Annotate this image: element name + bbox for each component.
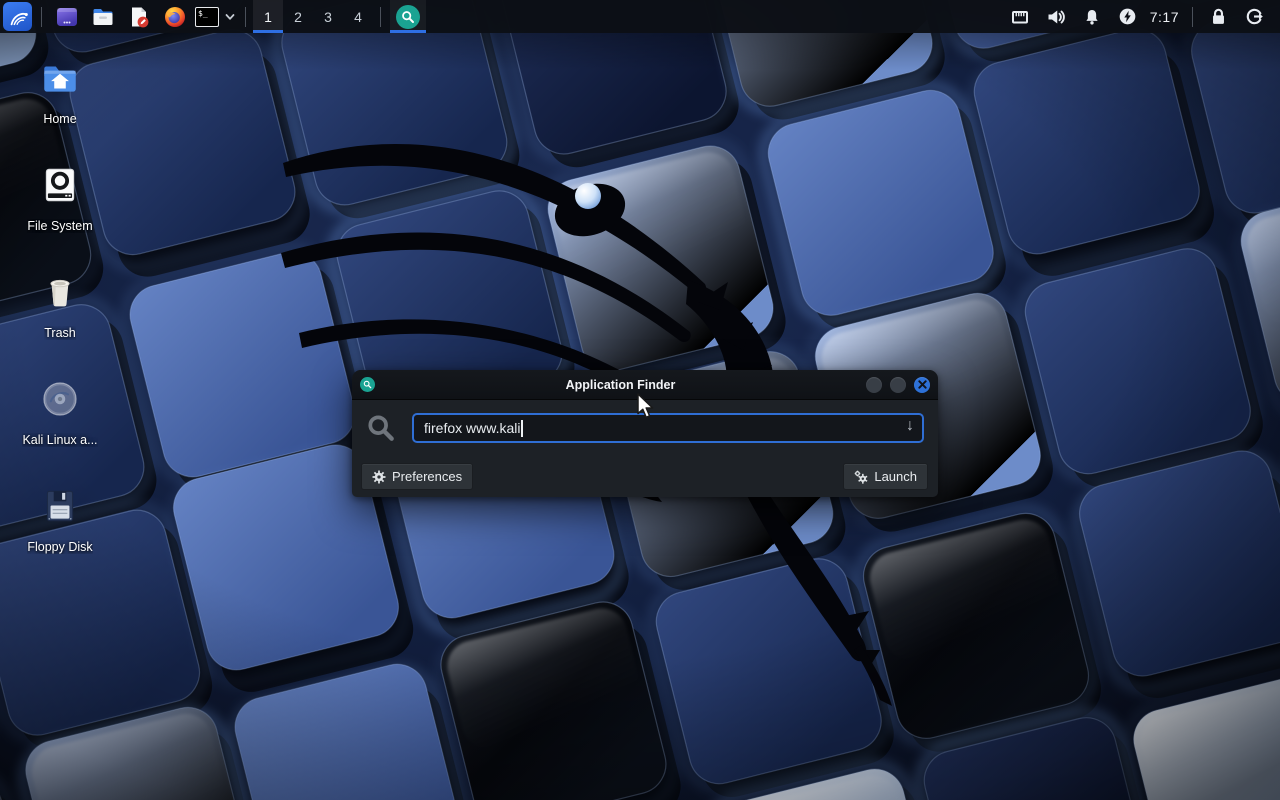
clock[interactable]: 7:17 xyxy=(1150,9,1179,25)
launcher-apps-purple[interactable] xyxy=(54,4,80,30)
launcher-firefox[interactable] xyxy=(162,4,188,30)
workspace-4-label: 4 xyxy=(354,9,362,25)
trash-can-icon xyxy=(39,271,81,313)
maximize-button[interactable] xyxy=(890,377,906,393)
cdrom-disc-icon xyxy=(37,376,83,422)
panel-separator xyxy=(1192,7,1193,27)
desktop-icon-label: File System xyxy=(27,219,92,233)
desktop-icon-file-system[interactable]: File System xyxy=(10,153,110,260)
workspace-1-label: 1 xyxy=(264,9,272,25)
search-input-text: firefox www.kali xyxy=(424,420,520,436)
desktop-icon-floppy-disk[interactable]: Floppy Disk xyxy=(10,474,110,581)
desktop-root: $_ 1 2 3 4 xyxy=(0,0,1280,800)
workspace-3-label: 3 xyxy=(324,9,332,25)
launch-gears-icon xyxy=(854,470,868,484)
dropdown-arrow-icon[interactable]: ↓ xyxy=(906,417,914,435)
desktop-icon-home[interactable]: Home xyxy=(10,46,110,153)
lock-screen-icon[interactable] xyxy=(1208,7,1228,27)
floppy-disk-icon xyxy=(39,485,81,527)
workspace-3[interactable]: 3 xyxy=(313,0,343,33)
notifications-bell-icon[interactable] xyxy=(1082,7,1102,27)
kali-logo-icon xyxy=(7,6,29,28)
document-edit-icon xyxy=(127,5,151,29)
terminal-icon: $_ xyxy=(195,7,219,27)
close-button[interactable] xyxy=(914,377,930,393)
close-icon xyxy=(918,380,927,389)
minimize-button[interactable] xyxy=(866,377,882,393)
desktop-icon-trash[interactable]: Trash xyxy=(10,260,110,367)
workspace-2-label: 2 xyxy=(294,9,302,25)
power-manager-icon[interactable] xyxy=(1118,7,1138,27)
app-finder-icon xyxy=(396,5,420,29)
launcher-file-manager[interactable] xyxy=(90,4,116,30)
application-finder-window: Application Finder firefox www.kali ↓ xyxy=(352,370,938,497)
firefox-icon xyxy=(163,5,187,29)
volume-icon[interactable] xyxy=(1046,7,1066,27)
launcher-terminal[interactable]: $_ xyxy=(195,7,236,27)
search-icon xyxy=(366,413,396,443)
desktop-icon-label: Floppy Disk xyxy=(27,540,92,554)
launcher-text-editor[interactable] xyxy=(126,4,152,30)
logout-icon[interactable] xyxy=(1244,7,1264,27)
window-title: Application Finder xyxy=(375,378,866,392)
folder-icon xyxy=(91,5,115,29)
workspace-4[interactable]: 4 xyxy=(343,0,373,33)
workspace-2[interactable]: 2 xyxy=(283,0,313,33)
window-icon xyxy=(360,377,375,392)
desktop-icon-kali-linux[interactable]: Kali Linux a... xyxy=(10,367,110,474)
panel-separator xyxy=(380,7,381,27)
preferences-button[interactable]: Preferences xyxy=(361,463,473,490)
top-panel: $_ 1 2 3 4 xyxy=(0,0,1280,33)
kali-menu-button[interactable] xyxy=(3,2,32,31)
home-folder-icon xyxy=(39,57,81,99)
mouse-cursor xyxy=(636,393,658,419)
launch-button-label: Launch xyxy=(874,469,917,484)
taskbar-application-finder[interactable] xyxy=(390,0,426,33)
desktop-icon-column: Home File System xyxy=(10,46,110,581)
network-icon[interactable] xyxy=(1010,7,1030,27)
panel-separator xyxy=(245,7,246,27)
search-input[interactable]: firefox www.kali ↓ xyxy=(412,413,924,443)
purple-window-icon xyxy=(55,5,79,29)
workspace-1[interactable]: 1 xyxy=(253,0,283,33)
desktop-icon-label: Home xyxy=(43,112,76,126)
chevron-down-icon[interactable] xyxy=(224,11,236,23)
panel-separator xyxy=(41,7,42,27)
hard-drive-icon xyxy=(39,164,81,206)
text-caret xyxy=(521,420,523,437)
launch-button[interactable]: Launch xyxy=(843,463,928,490)
desktop-icon-label: Trash xyxy=(44,326,76,340)
desktop-icon-label: Kali Linux a... xyxy=(22,433,97,447)
gear-icon xyxy=(372,470,386,484)
preferences-button-label: Preferences xyxy=(392,469,462,484)
